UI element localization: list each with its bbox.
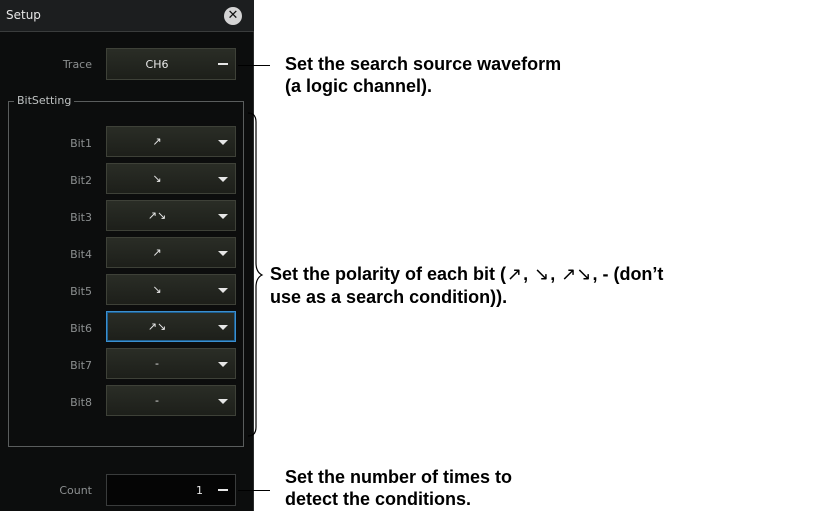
bit8-value: - (155, 394, 159, 407)
panel-titlebar: Setup ✕ (0, 0, 254, 32)
count-annotation: Set the number of times to detect the co… (285, 466, 512, 510)
dropdown-arrow-icon (218, 63, 228, 65)
bit3-value: ↗↘ (147, 209, 167, 222)
trace-label: Trace (62, 58, 92, 71)
bit3-label: Bit3 (70, 211, 92, 224)
trace-annotation-line2: (a logic channel). (285, 76, 433, 96)
bitsetting-legend: BitSetting (14, 94, 75, 107)
bit5-select[interactable]: ↘ (106, 274, 236, 305)
trace-leader-line (238, 65, 270, 66)
bit4-select[interactable]: ↗ (106, 237, 236, 268)
chevron-down-icon (218, 213, 228, 219)
bit5-label: Bit5 (70, 285, 92, 298)
chevron-down-icon (218, 176, 228, 182)
bit7-select[interactable]: - (106, 348, 236, 379)
falling-edge-icon: ↘ (534, 264, 550, 285)
count-annotation-line2: detect the conditions. (285, 489, 472, 509)
count-annotation-line1: Set the number of times to (285, 467, 513, 487)
bit4-value: ↗ (152, 246, 162, 259)
rising-edge-icon: ↗ (507, 264, 523, 285)
dropdown-arrow-icon (218, 489, 228, 491)
bit8-label: Bit8 (70, 396, 92, 409)
bits-annotation-sep2: , (550, 264, 556, 284)
chevron-down-icon (218, 287, 228, 293)
bits-annotation-sep1: , (523, 264, 529, 284)
chevron-down-icon (218, 324, 228, 330)
both-edges-icon: ↗↘ (561, 264, 592, 285)
chevron-down-icon (218, 361, 228, 367)
bit2-label: Bit2 (70, 174, 92, 187)
bit6-value: ↗↘ (147, 320, 167, 333)
bits-annotation-line1: Set the polarity of each bit (↗, ↘, ↗↘, … (270, 263, 663, 286)
panel-title: Setup (6, 8, 41, 22)
bit1-value: ↗ (152, 135, 162, 148)
trace-value: CH6 (145, 57, 169, 71)
bit4-label: Bit4 (70, 248, 92, 261)
bit1-label: Bit1 (70, 137, 92, 150)
chevron-down-icon (218, 250, 228, 256)
bit7-label: Bit7 (70, 359, 92, 372)
bit5-value: ↘ (152, 283, 162, 296)
bits-annotation-text-b: , - (don’t (592, 264, 664, 284)
bits-annotation: Set the polarity of each bit (↗, ↘, ↗↘, … (270, 263, 663, 308)
setup-panel: Setup ✕ Trace CH6 BitSetting Bit1 ↗ Bit2… (0, 0, 254, 511)
trace-select[interactable]: CH6 (106, 48, 236, 80)
count-label: Count (59, 484, 92, 497)
close-icon[interactable]: ✕ (224, 7, 242, 25)
bit6-label: Bit6 (70, 322, 92, 335)
bit2-value: ↘ (152, 172, 162, 185)
count-value: 1 (196, 483, 203, 497)
bits-annotation-line2: use as a search condition)). (270, 287, 508, 307)
count-leader-line (238, 490, 270, 491)
trace-annotation: Set the search source waveform (a logic … (285, 53, 561, 97)
bit3-select[interactable]: ↗↘ (106, 200, 236, 231)
bit1-select[interactable]: ↗ (106, 126, 236, 157)
bit2-select[interactable]: ↘ (106, 163, 236, 194)
bit6-select[interactable]: ↗↘ (106, 311, 236, 342)
trace-annotation-line1: Set the search source waveform (285, 54, 562, 74)
bit8-select[interactable]: - (106, 385, 236, 416)
bits-annotation-text-a: Set the polarity of each bit ( (270, 264, 507, 284)
bits-bracket (247, 112, 264, 437)
count-input[interactable]: 1 (106, 474, 236, 506)
chevron-down-icon (218, 139, 228, 145)
bit7-value: - (155, 357, 159, 370)
chevron-down-icon (218, 398, 228, 404)
